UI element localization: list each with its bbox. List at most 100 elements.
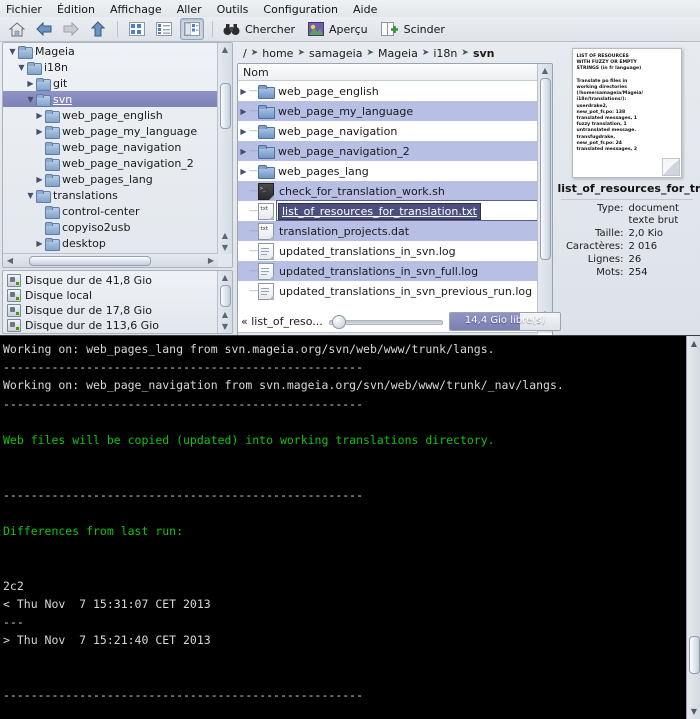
tree-scroll-thumb[interactable] <box>220 83 231 129</box>
view-tree-icon[interactable] <box>180 18 204 40</box>
filelist-scroll-up-icon[interactable]: ▲ <box>540 65 550 76</box>
menu-configuration[interactable]: Configuration <box>263 3 338 16</box>
file-row[interactable]: — updated_translations_in_svn.log <box>238 241 538 261</box>
file-row[interactable]: — updated_translations_in_svn_previous_ru… <box>238 281 538 301</box>
folder-tree[interactable]: ▼ Mageia ▼ i18n ▶ git ▼ svn ▶ web_page_english ▶ we… <box>2 42 233 268</box>
terminal-scroll-down-icon[interactable]: ▼ <box>689 706 699 717</box>
tree-expander-icon[interactable]: ▶ <box>34 127 45 136</box>
menu-aller[interactable]: Aller <box>177 3 202 16</box>
find-button[interactable]: Chercher <box>221 22 301 37</box>
view-details-icon[interactable] <box>153 19 175 39</box>
file-list-column-header[interactable]: Nom <box>238 64 552 81</box>
tree-item-copyiso2usb[interactable]: copyiso2usb <box>3 219 218 235</box>
tree-item-web-page-navigation[interactable]: web_page_navigation <box>3 139 218 155</box>
file-row[interactable]: ▶ — web_pages_lang <box>238 161 538 181</box>
terminal-scroll-up-icon[interactable]: ▲ <box>689 338 699 349</box>
tree-item-desktop[interactable]: ▶ desktop <box>3 235 218 251</box>
tree-expander-icon[interactable]: ▼ <box>16 63 27 72</box>
filelist-scroll-thumb[interactable] <box>540 78 551 260</box>
file-expander-icon[interactable]: ▶ <box>238 167 249 176</box>
property-value: 254 <box>628 267 648 278</box>
file-list[interactable]: Nom ▶ — web_page_english ▶ — web_page_my_lang… <box>237 63 553 347</box>
zoom-slider-knob[interactable] <box>331 315 346 329</box>
free-space-label: 14,4 Gio libre(s) <box>464 314 546 326</box>
tree-item-web-page-navigation-2[interactable]: web_page_navigation_2 <box>3 155 218 171</box>
file-name-editing[interactable]: list_of_resources_for_translation.txt <box>278 202 481 220</box>
tree-scroll-down-icon[interactable]: ▼ <box>220 242 230 253</box>
device-scroll-up-icon[interactable]: ▲ <box>220 272 230 283</box>
up-icon[interactable] <box>87 19 109 39</box>
tree-horizontal-scrollbar[interactable]: ◀ ▶ <box>3 253 218 267</box>
breadcrumb-item-svn[interactable]: svn <box>473 47 495 60</box>
tree-item-mageia[interactable]: ▼ Mageia <box>3 43 218 59</box>
terminal-scroll-thumb[interactable] <box>689 636 700 674</box>
folder-icon <box>258 85 275 99</box>
tree-item-i18n[interactable]: ▼ i18n <box>3 59 218 75</box>
terminal-scrollbar[interactable]: ▲ ▼ <box>686 336 700 719</box>
tree-item-translations[interactable]: ▼ translations <box>3 187 218 203</box>
file-row[interactable]: — >_ check_for_translation_work.sh <box>238 181 538 201</box>
file-name: web_pages_lang <box>278 164 369 178</box>
device-item[interactable]: Disque dur de 41,8 Gio <box>3 273 217 288</box>
tree-item-git[interactable]: ▶ git <box>3 75 218 91</box>
tree-item-web-page-my-language[interactable]: ▶ web_page_my_language <box>3 123 218 139</box>
back-icon[interactable] <box>33 19 55 39</box>
breadcrumb[interactable]: / ➤ home ➤ samageia ➤ Mageia ➤ i18n ➤ svn <box>237 44 553 62</box>
file-expander-icon[interactable]: ▶ <box>238 107 249 116</box>
menu-affichage[interactable]: Affichage <box>110 3 162 16</box>
tree-expander-icon[interactable]: ▶ <box>34 175 45 184</box>
file-expander-icon[interactable]: ▶ <box>238 87 249 96</box>
tree-item-control-center[interactable]: control-center <box>3 203 218 219</box>
tree-expander-icon[interactable]: ▼ <box>25 191 36 200</box>
breadcrumb-root[interactable]: / <box>243 47 247 60</box>
tree-expander-icon[interactable]: ▶ <box>25 79 36 88</box>
breadcrumb-item-samageia[interactable]: samageia <box>309 47 362 60</box>
tree-hscroll-left-icon[interactable]: ◀ <box>5 255 15 266</box>
tree-expander-icon[interactable]: ▶ <box>34 239 45 248</box>
file-row[interactable]: ▶ — web_page_my_language <box>238 101 538 121</box>
forward-icon[interactable] <box>60 19 82 39</box>
tree-hscroll-right-icon[interactable]: ▶ <box>206 255 216 266</box>
tree-expander-icon[interactable]: ▶ <box>34 111 45 120</box>
tree-item-svn[interactable]: ▼ svn <box>3 91 218 107</box>
tree-item-label: web_page_navigation <box>62 140 182 154</box>
tree-item-web-pages-lang[interactable]: ▶ web_pages_lang <box>3 171 218 187</box>
script-file-icon: >_ <box>258 182 274 200</box>
zoom-slider[interactable] <box>328 315 444 329</box>
breadcrumb-item-mageia[interactable]: Mageia <box>378 47 418 60</box>
menu-aide[interactable]: Aide <box>353 3 377 16</box>
file-row[interactable]: ▶ — web_page_navigation <box>238 121 538 141</box>
file-preview-thumbnail[interactable]: LIST OF RESOURCES WITH FUZZY OR EMPTY ST… <box>571 48 682 178</box>
file-row[interactable]: ▶ — web_page_english <box>238 81 538 101</box>
menu-edition[interactable]: Édition <box>57 3 95 16</box>
split-button[interactable]: Scinder <box>379 21 451 37</box>
tree-expander-icon[interactable]: ▼ <box>25 95 36 104</box>
preview-button[interactable]: Aperçu <box>306 21 374 37</box>
tree-vertical-scrollbar[interactable]: ▲ ▲ ▼ <box>217 43 232 254</box>
breadcrumb-item-home[interactable]: home <box>262 47 293 60</box>
file-list-rows: ▶ — web_page_english ▶ — web_page_my_language… <box>238 81 538 332</box>
file-row[interactable]: — txt list_of_resources_for_translation.tx… <box>238 199 538 221</box>
file-list-vertical-scrollbar[interactable]: ▲ ▲ ▼ <box>537 64 552 333</box>
menu-fichier[interactable]: Fichier <box>6 3 42 16</box>
file-row[interactable]: — updated_translations_in_svn_full.log <box>238 261 538 281</box>
device-scroll-thumb[interactable] <box>220 285 231 307</box>
breadcrumb-item-i18n[interactable]: i18n <box>433 47 457 60</box>
menu-outils[interactable]: Outils <box>217 3 249 16</box>
home-icon[interactable] <box>6 19 28 39</box>
tree-scroll-up2-icon[interactable]: ▲ <box>220 230 230 241</box>
device-item[interactable]: Disque local <box>3 288 217 303</box>
tree-hscroll-thumb[interactable] <box>29 256 151 266</box>
rename-edit-wrapper[interactable]: list_of_resources_for_translation.txt <box>276 199 538 221</box>
file-row[interactable]: ▶ — web_page_navigation_2 <box>238 141 538 161</box>
tree-expander-icon[interactable]: ▼ <box>7 47 18 56</box>
folder-icon <box>45 157 60 171</box>
file-expander-icon[interactable]: ▶ <box>238 147 249 156</box>
tree-item-web-page-english[interactable]: ▶ web_page_english <box>3 107 218 123</box>
file-name: updated_translations_in_svn_previous_run… <box>279 284 533 298</box>
view-icons-icon[interactable] <box>126 19 148 39</box>
terminal-pane[interactable]: Working on: web_pages_lang from svn.mage… <box>0 335 700 719</box>
file-row[interactable]: — txt translation_projects.dat <box>238 221 538 241</box>
file-expander-icon[interactable]: ▶ <box>238 127 249 136</box>
tree-scroll-up-icon[interactable]: ▲ <box>220 44 230 55</box>
